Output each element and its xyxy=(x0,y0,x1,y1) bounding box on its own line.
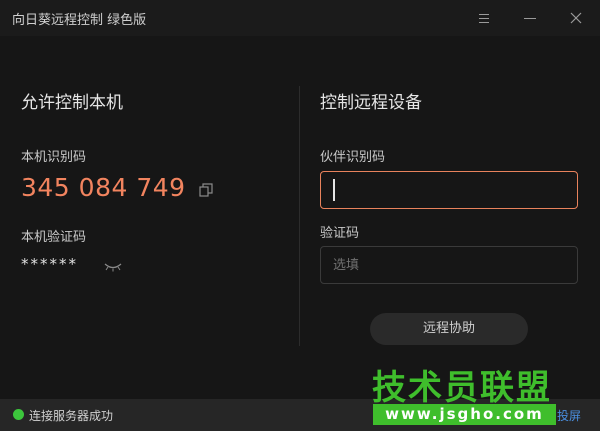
allow-control-title: 允许控制本机 xyxy=(21,93,123,113)
title-bar: 向日葵远程控制 绿色版 xyxy=(0,0,600,36)
partner-id-input[interactable] xyxy=(320,171,578,209)
local-id-label: 本机识别码 xyxy=(21,150,87,165)
local-id-value: 345 084 749 xyxy=(21,173,186,202)
screen-cast-link[interactable]: 投屏 xyxy=(557,407,581,424)
local-code-label: 本机验证码 xyxy=(21,230,87,245)
close-icon xyxy=(570,12,582,24)
watermark-url: www.jsgho.com xyxy=(373,404,556,425)
copy-icon[interactable] xyxy=(199,183,213,197)
eye-closed-icon[interactable] xyxy=(104,262,122,272)
panel-divider xyxy=(299,86,300,346)
partner-id-label: 伙伴识别码 xyxy=(320,150,386,165)
minimize-button[interactable] xyxy=(520,8,540,28)
connection-status-icon xyxy=(13,409,24,420)
minimize-icon xyxy=(524,18,536,19)
remote-assist-button[interactable]: 远程协助 xyxy=(370,313,528,345)
menu-button[interactable] xyxy=(474,8,494,28)
window-title: 向日葵远程控制 绿色版 xyxy=(12,13,147,28)
connection-status-text: 连接服务器成功 xyxy=(29,409,114,423)
hamburger-menu-icon-line xyxy=(479,18,489,19)
hamburger-menu-icon-line xyxy=(479,22,489,23)
close-button[interactable] xyxy=(566,8,586,28)
hamburger-menu-icon xyxy=(479,14,489,15)
local-code-value: ****** xyxy=(21,255,78,273)
verify-code-label: 验证码 xyxy=(320,226,360,241)
control-remote-title: 控制远程设备 xyxy=(320,93,422,113)
text-caret xyxy=(333,179,335,201)
watermark-title: 技术员联盟 xyxy=(372,368,552,408)
verify-code-input[interactable] xyxy=(320,246,578,284)
